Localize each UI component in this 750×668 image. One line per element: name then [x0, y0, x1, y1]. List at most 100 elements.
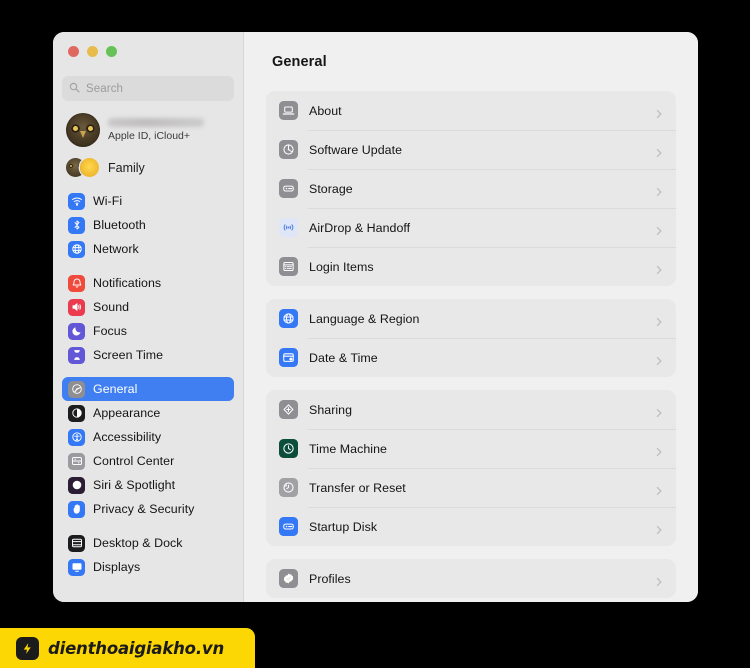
sidebar-item-privacy-security[interactable]: Privacy & Security [62, 497, 234, 521]
sidebar-item-label: Siri & Spotlight [93, 478, 176, 492]
settings-row-label: Profiles [309, 571, 351, 586]
sidebar-item-screen-time[interactable]: Screen Time [62, 343, 234, 367]
system-settings-window: Search Apple ID, iCloud+ Family Wi-Fi Blu… [53, 32, 698, 602]
lightning-logo-icon [16, 636, 39, 660]
sidebar-item-family[interactable]: Family [62, 153, 234, 181]
sidebar-item-displays[interactable]: Displays [62, 555, 234, 579]
sidebar-item-label: Sound [93, 300, 130, 314]
sidebar-item-notifications[interactable]: Notifications [62, 271, 234, 295]
bluetooth-icon [68, 216, 85, 234]
window-traffic-lights [62, 32, 234, 68]
chevron-right-icon [654, 314, 664, 326]
chevron-right-icon [654, 405, 664, 417]
settings-row-label: Language & Region [309, 311, 420, 326]
wifi-icon [68, 192, 85, 210]
settings-row-language-region[interactable]: Language & Region [266, 299, 676, 338]
settings-row-label: Time Machine [309, 441, 387, 456]
notifications-icon [68, 274, 85, 292]
general-icon [68, 380, 85, 398]
software-update-icon [279, 140, 298, 159]
settings-row-login-items[interactable]: Login Items [266, 247, 676, 286]
settings-groups: About Software Update Storage AirDrop & Han… [266, 91, 676, 598]
sound-icon [68, 298, 85, 316]
settings-row-label: Login Items [309, 259, 374, 274]
settings-row-storage[interactable]: Storage [266, 169, 676, 208]
time-machine-icon [279, 439, 298, 458]
sidebar-item-label: Bluetooth [93, 218, 146, 232]
startup-disk-icon [279, 517, 298, 536]
chevron-right-icon [654, 223, 664, 235]
settings-row-transfer-or-reset[interactable]: Transfer or Reset [266, 468, 676, 507]
sidebar-group: Notifications Sound Focus Screen Time [62, 271, 234, 367]
search-placeholder: Search [86, 82, 124, 95]
chevron-right-icon [654, 145, 664, 157]
airdrop-handoff-icon [279, 218, 298, 237]
search-input[interactable]: Search [62, 76, 234, 101]
sidebar-item-desktop-dock[interactable]: Desktop & Dock [62, 531, 234, 555]
sidebar-item-control-center[interactable]: Control Center [62, 449, 234, 473]
sidebar-item-label: General [93, 382, 138, 396]
settings-row-time-machine[interactable]: Time Machine [266, 429, 676, 468]
settings-row-label: Sharing [309, 402, 353, 417]
settings-row-airdrop-handoff[interactable]: AirDrop & Handoff [266, 208, 676, 247]
storage-icon [279, 179, 298, 198]
settings-row-label: Transfer or Reset [309, 480, 406, 495]
sidebar-item-sound[interactable]: Sound [62, 295, 234, 319]
date-time-icon [279, 348, 298, 367]
chevron-right-icon [654, 522, 664, 534]
profiles-icon [279, 569, 298, 588]
sidebar-item-accessibility[interactable]: Accessibility [62, 425, 234, 449]
settings-row-label: Startup Disk [309, 519, 378, 534]
sidebar-item-label: Network [93, 242, 139, 256]
displays-icon [68, 558, 85, 576]
settings-row-software-update[interactable]: Software Update [266, 130, 676, 169]
sidebar-item-network[interactable]: Network [62, 237, 234, 261]
apple-id-account-row[interactable]: Apple ID, iCloud+ [62, 101, 234, 153]
sidebar-item-label: Notifications [93, 276, 162, 290]
sidebar-item-label: Appearance [93, 406, 161, 420]
siri-spotlight-icon [68, 476, 85, 494]
family-label: Family [108, 161, 145, 175]
transfer-reset-icon [279, 478, 298, 497]
sidebar-item-label: Screen Time [93, 348, 164, 362]
settings-row-label: About [309, 103, 342, 118]
watermark-text: dienthoaigiakho.vn [48, 638, 224, 658]
settings-row-sharing[interactable]: Sharing [266, 390, 676, 429]
chevron-right-icon [654, 574, 664, 586]
sidebar-item-label: Desktop & Dock [93, 536, 183, 550]
close-button[interactable] [68, 46, 79, 57]
chevron-right-icon [654, 353, 664, 365]
account-name-redacted [108, 118, 204, 127]
privacy-security-icon [68, 500, 85, 518]
settings-card: Sharing Time Machine Transfer or Reset Star… [266, 390, 676, 546]
zoom-button[interactable] [106, 46, 117, 57]
screen-time-icon [68, 346, 85, 364]
sidebar-item-label: Wi-Fi [93, 194, 123, 208]
sidebar-item-general[interactable]: General [62, 377, 234, 401]
screenshot-root: Search Apple ID, iCloud+ Family Wi-Fi Blu… [0, 0, 750, 668]
sidebar-item-focus[interactable]: Focus [62, 319, 234, 343]
chevron-right-icon [654, 444, 664, 456]
owl-avatar [66, 113, 100, 147]
settings-row-about[interactable]: About [266, 91, 676, 130]
sidebar: Search Apple ID, iCloud+ Family Wi-Fi Blu… [53, 32, 244, 602]
sidebar-item-wi-fi[interactable]: Wi-Fi [62, 189, 234, 213]
settings-card: Profiles [266, 559, 676, 598]
settings-row-profiles[interactable]: Profiles [266, 559, 676, 598]
chevron-right-icon [654, 483, 664, 495]
sidebar-item-bluetooth[interactable]: Bluetooth [62, 213, 234, 237]
sidebar-item-label: Privacy & Security [93, 502, 195, 516]
focus-icon [68, 322, 85, 340]
chevron-right-icon [654, 106, 664, 118]
minimize-button[interactable] [87, 46, 98, 57]
sharing-icon [279, 400, 298, 419]
desktop-dock-icon [68, 534, 85, 552]
family-avatars [66, 158, 100, 178]
settings-row-startup-disk[interactable]: Startup Disk [266, 507, 676, 546]
watermark-banner: dienthoaigiakho.vn [0, 628, 255, 668]
page-title: General [272, 54, 327, 70]
sidebar-item-appearance[interactable]: Appearance [62, 401, 234, 425]
sidebar-group: General Appearance Accessibility Control Ce… [62, 377, 234, 521]
sidebar-item-siri-spotlight[interactable]: Siri & Spotlight [62, 473, 234, 497]
settings-row-date-time[interactable]: Date & Time [266, 338, 676, 377]
